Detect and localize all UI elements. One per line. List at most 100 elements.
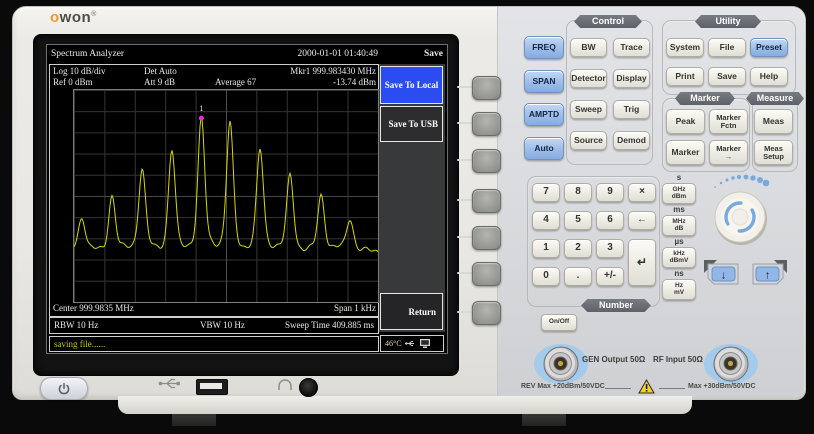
gen-warning-label: REV Max +20dBm/50VDC [521, 383, 605, 390]
help-button[interactable]: Help [750, 67, 788, 86]
amptd-button[interactable]: AMPTD [524, 103, 564, 126]
unit-time-ms: ms [662, 205, 696, 214]
menu-item-return[interactable]: Return [380, 293, 443, 330]
meas-setup-button[interactable]: MeasSetup [754, 140, 793, 165]
key-plusminus[interactable]: +/- [596, 267, 624, 286]
softkey-line [457, 122, 473, 124]
freq-button[interactable]: FREQ [524, 36, 564, 59]
key-1[interactable]: 1 [532, 239, 560, 258]
spectrum-trace: 1 [74, 90, 378, 302]
graticule: 1 [73, 89, 379, 303]
softkey-3[interactable] [472, 149, 501, 173]
stand-base [118, 396, 692, 414]
detector-button[interactable]: Detector [570, 69, 607, 88]
key-2[interactable]: 2 [564, 239, 592, 258]
softkey-line [457, 86, 473, 88]
key-3[interactable]: 3 [596, 239, 624, 258]
print-button[interactable]: Print [666, 67, 704, 86]
bw-button[interactable]: BW [570, 38, 607, 57]
marker-fctn-button[interactable]: MarkerFctn [709, 109, 748, 134]
softkey-2[interactable] [472, 112, 501, 136]
number-keypad: 7 8 9 × 4 5 6 ← 1 2 3 ↵ 0 . +/- [532, 183, 660, 291]
softkey-line [457, 159, 473, 161]
source-button[interactable]: Source [570, 131, 607, 150]
key-5[interactable]: 5 [564, 211, 592, 230]
readout-detector: Det Auto [144, 66, 177, 76]
sweep-button[interactable]: Sweep [570, 100, 607, 119]
usb-icon [158, 377, 182, 390]
span-button[interactable]: SPAN [524, 70, 564, 93]
key-7[interactable]: 7 [532, 183, 560, 202]
display-button[interactable]: Display [613, 69, 650, 88]
screen-header: Spectrum Analyzer 2000-01-01 01:40:49 Sa… [47, 45, 447, 63]
key-0[interactable]: 0 [532, 267, 560, 286]
peak-button[interactable]: Peak [666, 109, 705, 134]
menu-title: Save [424, 45, 443, 63]
softkey-7[interactable] [472, 301, 501, 325]
hz-mv-button[interactable]: HzmV [662, 279, 696, 300]
warning-dash [659, 388, 685, 389]
power-button[interactable] [40, 377, 88, 400]
softkey-4[interactable] [472, 189, 501, 213]
key-dot[interactable]: . [564, 267, 592, 286]
screen-title: Spectrum Analyzer [51, 45, 124, 63]
key-enter[interactable]: ↵ [628, 239, 656, 286]
power-icon [58, 383, 70, 395]
rotary-knob[interactable] [700, 170, 786, 256]
key-8[interactable]: 8 [564, 183, 592, 202]
marker-section-banner: Marker [675, 92, 735, 105]
headphone-icon [277, 378, 293, 391]
system-button[interactable]: System [666, 38, 704, 57]
unit-time-us: µs [662, 237, 696, 246]
ghz-dbm-button[interactable]: GHzdBm [662, 183, 696, 204]
svg-text:↑: ↑ [765, 270, 771, 282]
meas-button[interactable]: Meas [754, 109, 793, 134]
trace-button[interactable]: Trace [613, 38, 650, 57]
demod-button[interactable]: Demod [613, 131, 650, 150]
utility-keys: System File Preset Print Save Help [666, 38, 792, 86]
key-4[interactable]: 4 [532, 211, 560, 230]
key-cancel[interactable]: × [628, 183, 656, 202]
key-backspace[interactable]: ← [628, 211, 656, 230]
spectrum-analyzer-device: owon® Spectrum Analyzer 2000-01-01 01:40… [0, 0, 814, 434]
marker-to-button[interactable]: Marker→ [709, 140, 748, 165]
softkey-line [457, 311, 473, 313]
save-button[interactable]: Save [708, 67, 746, 86]
footer-sweep-time: Sweep Time 409.885 ms [285, 320, 374, 330]
trig-button[interactable]: Trig [613, 100, 650, 119]
up-arrow-button[interactable]: ↑ [749, 258, 789, 288]
auto-button[interactable]: Auto [524, 137, 564, 160]
down-arrow-button[interactable]: ↓ [702, 258, 742, 288]
knob-dot-arc [714, 175, 769, 188]
marker-keys: Peak MarkerFctn Marker Marker→ [666, 109, 748, 165]
unit-time-s: s [662, 173, 696, 182]
readout-marker-level: -13.74 dBm [333, 77, 376, 87]
footer-span: Span 1 kHz [334, 303, 376, 313]
unit-keys: s GHzdBm ms MHzdB µs kHzdBmV ns HzmV [662, 173, 696, 301]
preset-button[interactable]: Preset [750, 38, 788, 57]
display-status-icon [419, 338, 431, 349]
footer-rbw: RBW 10 Hz [54, 320, 98, 330]
gen-output-label: GEN Output 50Ω [582, 355, 645, 364]
measure-section-banner: Measure [746, 92, 804, 105]
softkey-line [457, 199, 473, 201]
marker-button[interactable]: Marker [666, 140, 705, 165]
warning-dash [605, 388, 631, 389]
mhz-db-button[interactable]: MHzdB [662, 215, 696, 236]
key-6[interactable]: 6 [596, 211, 624, 230]
softkey-1[interactable] [472, 76, 501, 100]
readout-scale: Log 10 dB/div [53, 66, 106, 76]
softkey-5[interactable] [472, 226, 501, 250]
marker-1-dot [199, 116, 204, 121]
khz-dbmv-button[interactable]: kHzdBmV [662, 247, 696, 268]
screen-datetime: 2000-01-01 01:40:49 [298, 45, 378, 63]
softkey-6[interactable] [472, 262, 501, 286]
menu-item-save-to-local[interactable]: Save To Local [380, 66, 443, 104]
menu-item-save-to-usb[interactable]: Save To USB [380, 106, 443, 142]
temperature-readout: 46°C [385, 339, 402, 348]
readout-marker-freq: Mkr1 999.983430 MHz [290, 66, 376, 76]
onoff-button[interactable]: On/Off [541, 314, 577, 331]
key-9[interactable]: 9 [596, 183, 624, 202]
file-button[interactable]: File [708, 38, 746, 57]
readout-att: Att 9 dB [144, 77, 175, 87]
